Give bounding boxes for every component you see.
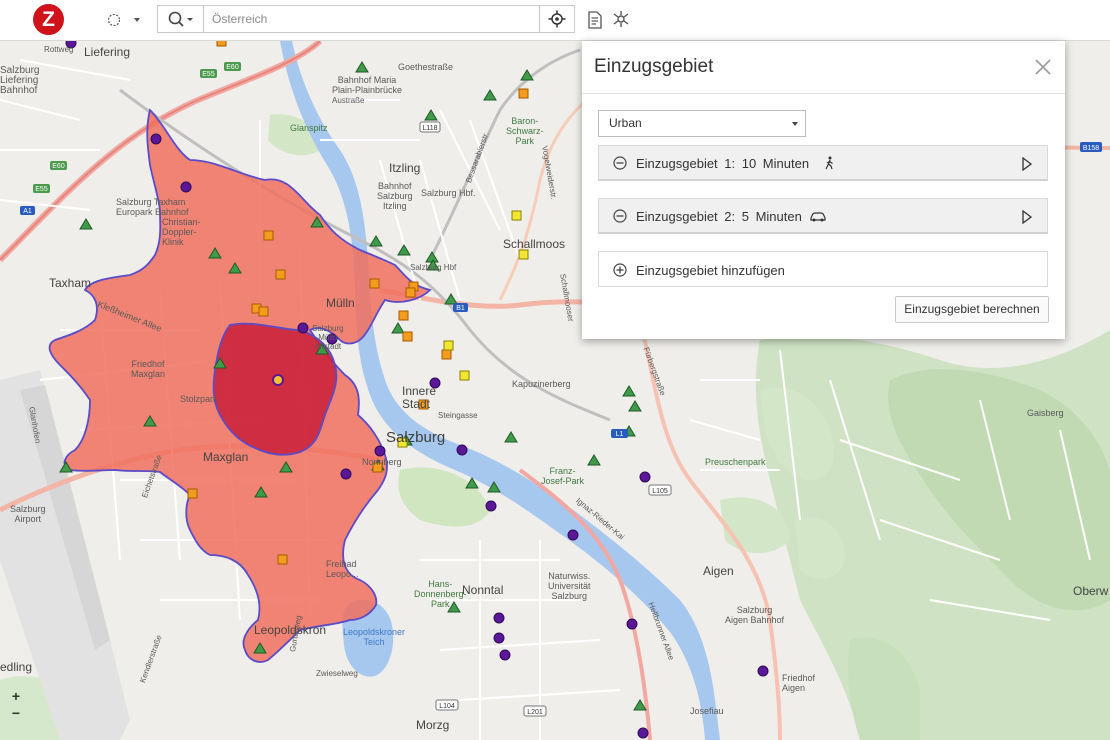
map-label: edling: [0, 660, 33, 674]
zoom-control: + −: [6, 688, 26, 722]
map-label: Aigen: [703, 564, 734, 578]
lasso-select-icon: [107, 13, 140, 27]
map-label: Bahnhof Maria Plain-Plainbrücke: [332, 75, 403, 95]
map-label: Goethestraße: [398, 62, 454, 72]
map-label: Bahnhof Salzburg Itzling: [377, 181, 413, 211]
toolbar: Z: [0, 0, 1110, 41]
app-logo[interactable]: Z: [33, 4, 64, 35]
map-label: Friedhof Maxglan: [131, 359, 166, 379]
mode-select[interactable]: Urban: [598, 110, 806, 137]
close-icon: [1035, 59, 1051, 75]
svg-text:B1: B1: [456, 305, 465, 312]
map-label: Christian- Doppler- Klinik: [162, 217, 201, 247]
catchment-row-label: Einzugsgebiet 2: 5 Minuten: [636, 209, 802, 224]
catchment-row-1[interactable]: Einzugsgebiet 1: 10 Minuten: [598, 145, 1048, 181]
map-label: Friedhof Aigen: [782, 673, 816, 693]
panel-divider: [582, 93, 1065, 94]
report-button[interactable]: [586, 10, 604, 30]
map-label: Hans- Donnenberg- Park: [414, 579, 467, 609]
remove-circle-icon[interactable]: [613, 209, 627, 223]
map-label: Oberw: [1073, 584, 1109, 598]
map-label: Liefering: [84, 45, 131, 59]
poi-button[interactable]: [611, 9, 631, 29]
calculate-catchment-button[interactable]: Einzugsgebiet berechnen: [895, 296, 1049, 323]
map-label: Rottweg: [44, 45, 74, 54]
report-icon: [588, 11, 602, 29]
svg-text:B158: B158: [1083, 145, 1099, 152]
map-label: Salzburg Hbf.: [421, 188, 476, 198]
map-label: Salzburg Hbf: [410, 263, 457, 272]
map-label: Baron- Schwarz- Park: [506, 116, 544, 146]
map-label: Taxham: [49, 276, 92, 290]
search-type-button[interactable]: [158, 6, 204, 32]
map-label: Salzburg Airport: [10, 504, 46, 524]
catchment-panel: Einzugsgebiet Urban Einzugsgebiet 1: 10 …: [582, 41, 1065, 339]
search-box: [157, 5, 575, 33]
map-label: Salzburg Mülln Altstadt: [312, 324, 344, 351]
svg-text:E55: E55: [35, 186, 48, 193]
map-label: Nonntal: [462, 583, 504, 597]
add-catchment-button[interactable]: Einzugsgebiet hinzufügen: [598, 251, 1048, 287]
svg-text:A1: A1: [23, 208, 32, 215]
walk-icon: [825, 156, 833, 170]
chevron-down-icon: [187, 18, 193, 21]
map-label: Salzburg: [386, 429, 446, 446]
map-label: Glanspitz: [290, 123, 328, 133]
svg-text:L1: L1: [616, 431, 624, 438]
play-icon[interactable]: [1022, 157, 1032, 171]
locate-button[interactable]: [539, 6, 574, 32]
map-label: Gaisberg: [1027, 408, 1064, 418]
map-label: Salzburg Taxham Europark Bahnhof: [116, 197, 189, 217]
map-label: Josefiau: [690, 706, 724, 716]
map-label: Maxglan: [203, 450, 249, 464]
panel-title: Einzugsgebiet: [594, 56, 714, 77]
map-label: Salzburg Liefering Bahnhof: [0, 65, 40, 96]
map-label: Freibad Leopo...: [326, 559, 359, 579]
caret-down-icon: [792, 122, 798, 126]
map-label: Steingasse: [438, 411, 478, 420]
search-input[interactable]: [204, 6, 540, 32]
svg-text:E60: E60: [52, 163, 65, 170]
svg-text:L118: L118: [422, 125, 437, 132]
map-label: Schallmoos: [503, 237, 566, 251]
catchment-row-label: Einzugsgebiet 1: 10 Minuten: [636, 156, 810, 171]
svg-text:L105: L105: [652, 488, 668, 495]
poi-icon: [613, 11, 629, 27]
svg-text:E60: E60: [226, 64, 239, 71]
map-label: Naturwiss. Universität Salzburg: [548, 571, 591, 601]
lasso-select-button[interactable]: [104, 10, 144, 30]
map-label: Stolzpark: [180, 394, 218, 404]
map-label: Salzburg Aigen Bahnhof: [725, 605, 785, 625]
origin-marker: [272, 374, 284, 386]
map-label: Zwieselweg: [316, 669, 358, 678]
car-icon: [810, 212, 826, 222]
map-label: Preuschenpark: [705, 457, 766, 467]
mode-select-value: Urban: [609, 116, 642, 130]
map-label: Innere Stadt: [402, 384, 437, 411]
add-catchment-label: Einzugsgebiet hinzufügen: [636, 263, 785, 278]
map-label: Leopoldskroner Teich: [343, 627, 406, 647]
map-label: Franz- Josef-Park: [541, 466, 585, 486]
map-label: Mülln: [326, 296, 355, 310]
map-label: Kapuzinerberg: [512, 379, 571, 389]
remove-circle-icon[interactable]: [613, 156, 627, 170]
locate-icon: [548, 10, 566, 28]
add-circle-icon: [613, 263, 627, 277]
search-icon: [168, 11, 193, 27]
catchment-row-2[interactable]: Einzugsgebiet 2: 5 Minuten: [598, 198, 1048, 234]
svg-text:L104: L104: [439, 703, 455, 710]
svg-text:L201: L201: [527, 709, 543, 716]
zoom-out-button[interactable]: −: [6, 705, 26, 722]
map-label: Austraße: [332, 96, 365, 105]
svg-text:E55: E55: [202, 71, 215, 78]
map-label: Itzling: [389, 161, 421, 175]
play-icon[interactable]: [1022, 210, 1032, 224]
zoom-in-button[interactable]: +: [6, 688, 26, 705]
map-label: Nonnberg: [362, 457, 402, 467]
map-label: Morzg: [416, 718, 450, 732]
close-button[interactable]: [1033, 57, 1053, 77]
